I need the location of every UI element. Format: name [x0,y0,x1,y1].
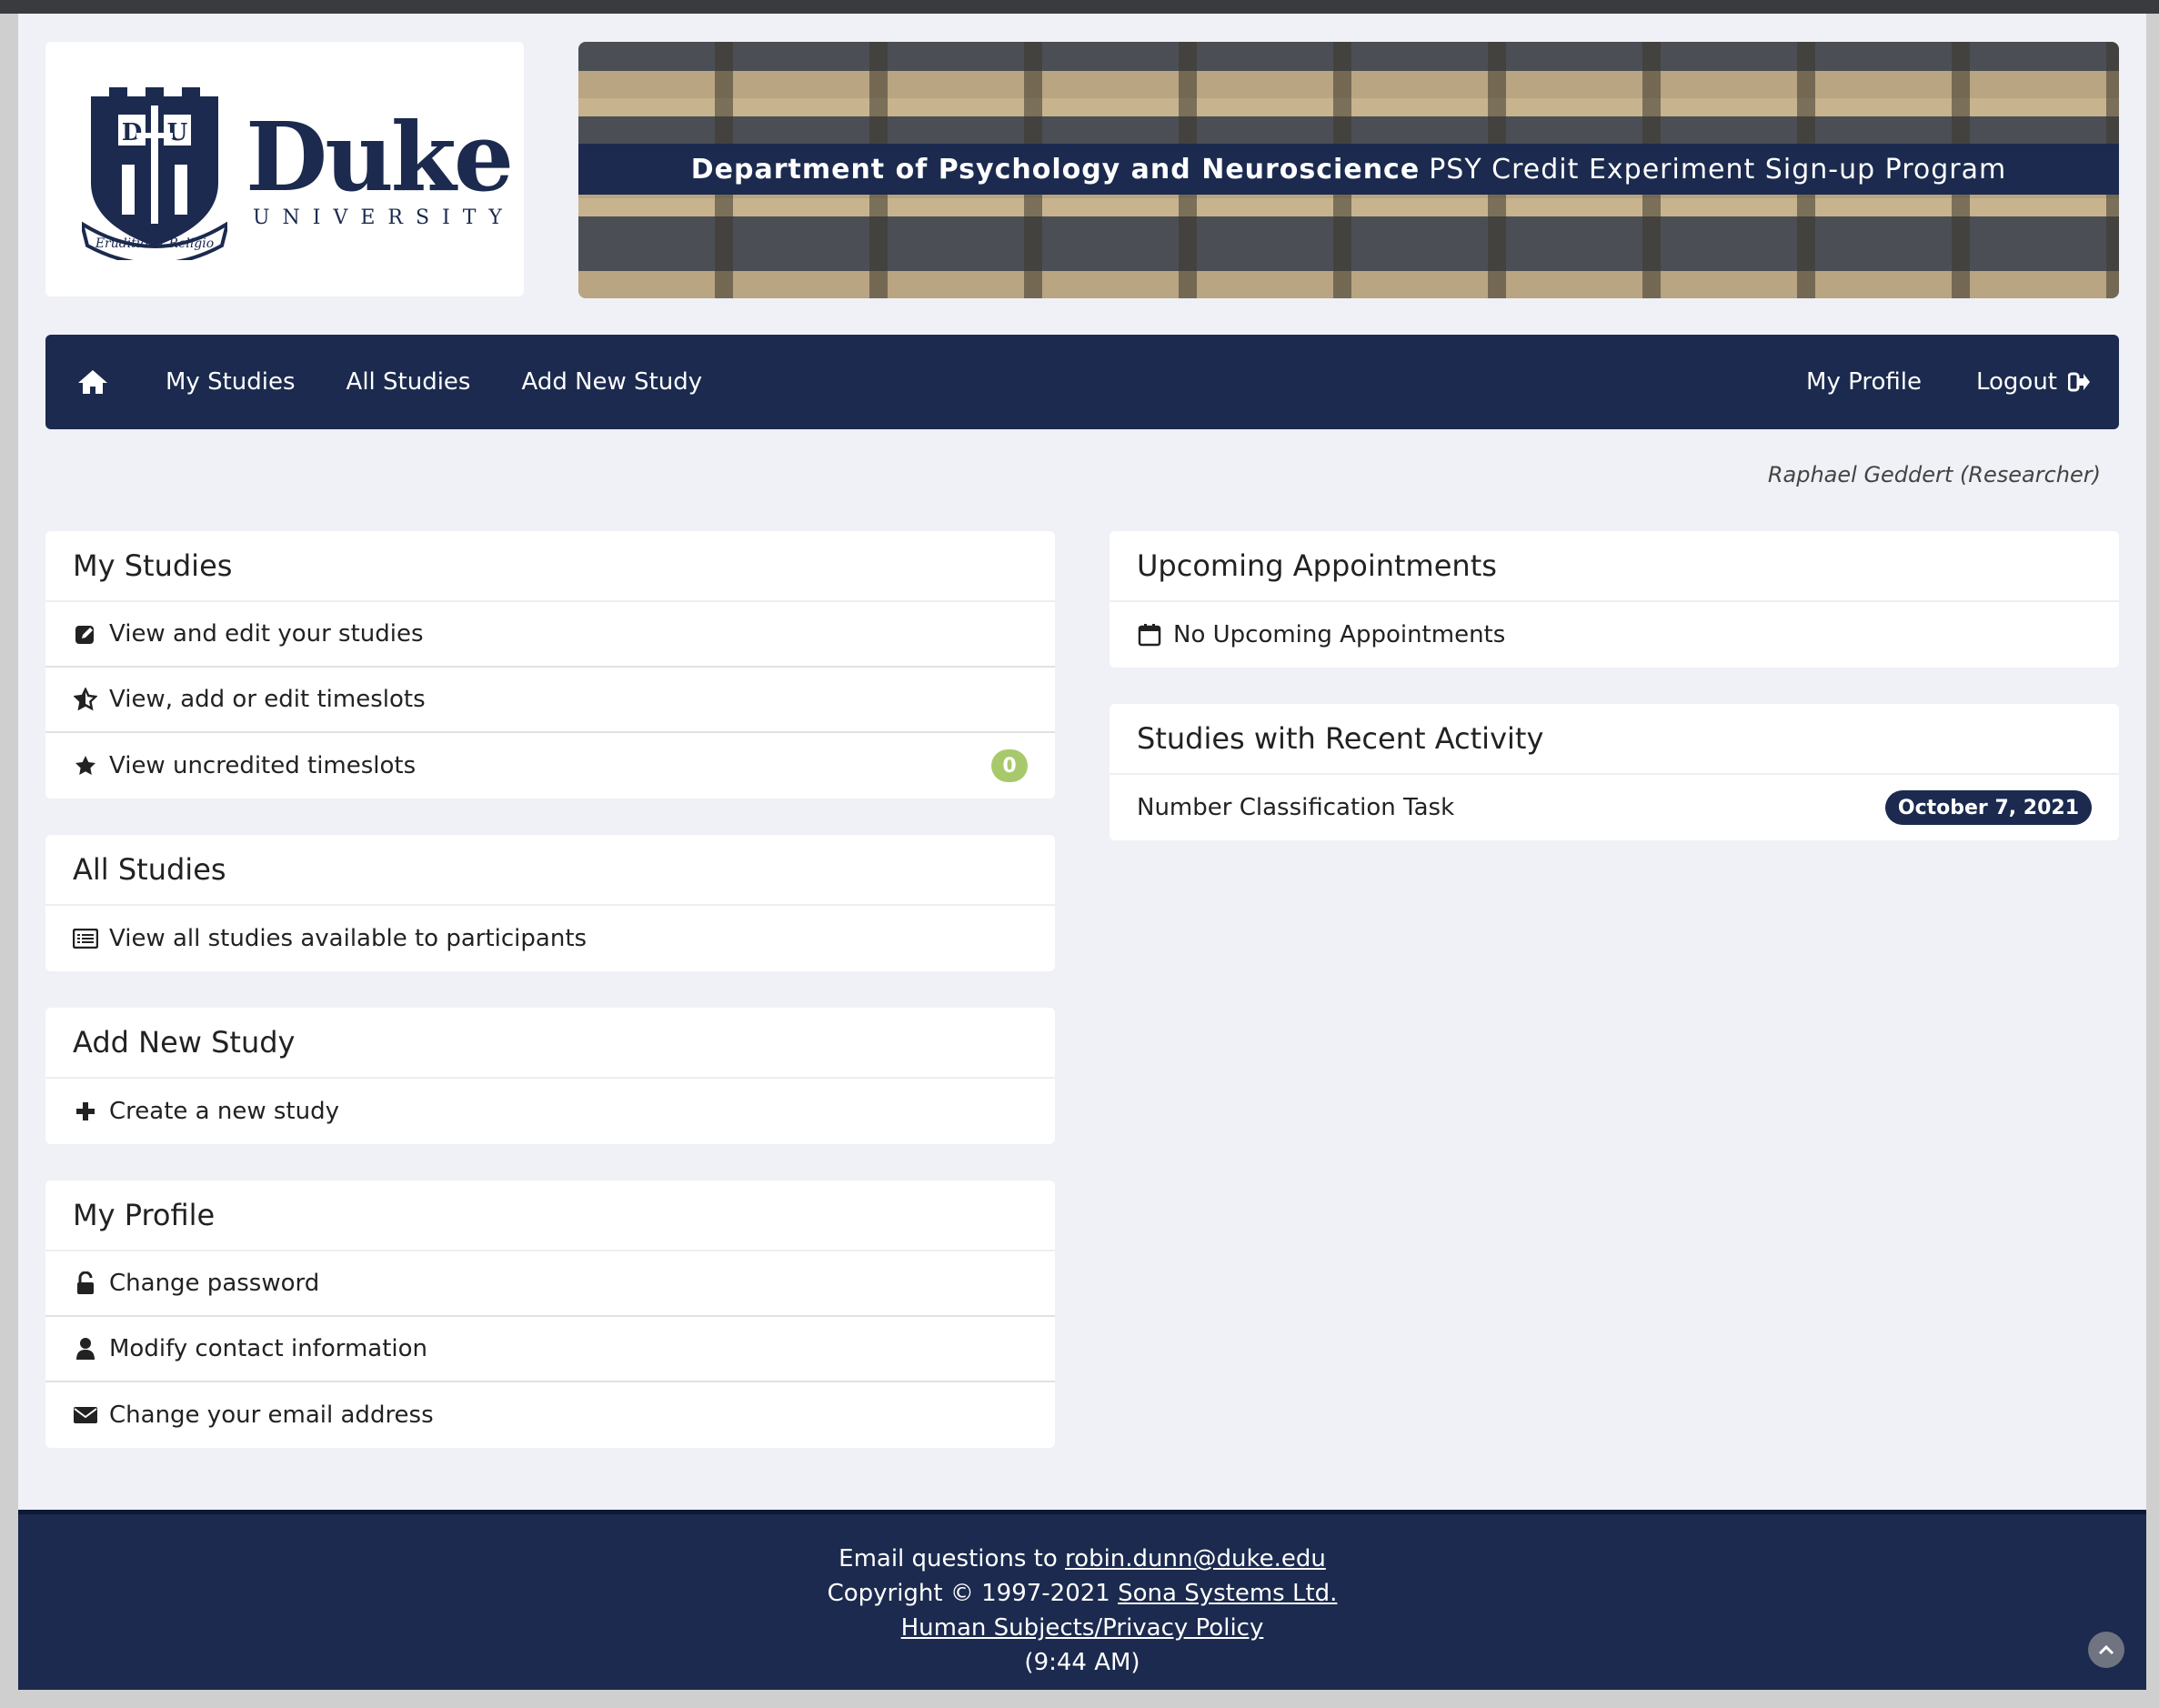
list-item[interactable]: View and edit your studies [45,602,1055,668]
footer-policy-line: Human Subjects/Privacy Policy [18,1611,2146,1645]
my-studies-panel: My Studies View and edit your studies Vi… [45,531,1055,799]
page: D U Eruditio et Religio Duke UNIVERSITY … [18,14,2146,1690]
current-user: Raphael Geddert (Researcher) [1767,462,2101,487]
list-item[interactable]: Change password [45,1251,1055,1317]
edit-icon [73,621,98,647]
main-navbar: My Studies All Studies Add New Study My … [45,335,2119,429]
panel-title: Upcoming Appointments [1110,531,2119,602]
add-new-study-panel: Add New Study Create a new study [45,1008,1055,1144]
uncredited-count-badge: 0 [991,749,1028,782]
row-label: View, add or edit timeslots [109,686,426,713]
star-half-icon [73,687,98,712]
logo-wordmark: Duke UNIVERSITY [246,100,515,229]
date-badge: October 7, 2021 [1884,790,2092,825]
banner-program: PSY Credit Experiment Sign-up Program [1429,153,2007,186]
calendar-icon [1137,622,1162,648]
list-item[interactable]: View uncredited timeslots 0 [45,733,1055,799]
footer: Email questions to robin.dunn@duke.edu C… [18,1510,2146,1690]
home-button[interactable] [71,360,115,404]
panel-title: My Studies [45,531,1055,602]
list-item[interactable]: View all studies available to participan… [45,906,1055,971]
list-item[interactable]: Change your email address [45,1382,1055,1448]
plus-icon [73,1099,98,1124]
footer-copyright-line: Copyright © 1997-2021 Sona Systems Ltd. [18,1576,2146,1611]
unlock-icon [73,1271,98,1296]
header-banner: Department of Psychology and Neuroscienc… [578,42,2119,298]
panel-title: Add New Study [45,1008,1055,1079]
footer-email-line: Email questions to robin.dunn@duke.edu [18,1542,2146,1576]
list-item[interactable]: View, add or edit timeslots [45,668,1055,733]
upcoming-appointments-panel: Upcoming Appointments No Upcoming Appoin… [1110,531,2119,668]
row-label: Modify contact information [109,1335,428,1362]
list-item[interactable]: Modify contact information [45,1317,1055,1382]
logo-name: Duke [246,100,514,213]
row-label: Create a new study [109,1098,339,1125]
footer-email-link[interactable]: robin.dunn@duke.edu [1065,1545,1326,1572]
logout-button[interactable]: Logout [1976,368,2090,396]
row-label: View and edit your studies [109,620,424,648]
duke-shield-icon: D U Eruditio et Religio [82,87,227,260]
list-item: No Upcoming Appointments [1110,602,2119,668]
window-top-bar [0,0,2159,14]
panel-title: Studies with Recent Activity [1110,704,2119,775]
home-icon [78,370,107,394]
user-icon [73,1336,98,1361]
banner-department: Department of Psychology and Neuroscienc… [690,153,1421,186]
recent-activity-panel: Studies with Recent Activity Number Clas… [1110,704,2119,840]
logo-subtitle: UNIVERSITY [253,206,515,229]
panel-title: All Studies [45,835,1055,906]
star-icon [73,753,98,779]
svg-text:Eruditio et Religio: Eruditio et Religio [95,236,214,251]
row-label: View all studies available to participan… [109,925,587,952]
footer-time: (9:44 AM) [1024,1649,1140,1676]
all-studies-panel: All Studies View all studies available t… [45,835,1055,971]
banner-title: Department of Psychology and Neuroscienc… [578,144,2119,195]
list-item[interactable]: Create a new study [45,1079,1055,1144]
row-label: Change password [109,1270,320,1297]
list-item[interactable]: Number Classification Task October 7, 20… [1110,775,2119,840]
nav-my-studies[interactable]: My Studies [166,368,296,396]
envelope-icon [73,1402,98,1428]
duke-logo[interactable]: D U Eruditio et Religio Duke UNIVERSITY [45,42,524,296]
my-profile-panel: My Profile Change password Modify contac… [45,1181,1055,1448]
row-label: View uncredited timeslots [109,752,417,779]
panel-title: My Profile [45,1181,1055,1251]
footer-copyright-prefix: Copyright © 1997-2021 [827,1580,1119,1607]
nav-add-new-study[interactable]: Add New Study [521,368,702,396]
scroll-to-top-button[interactable] [2088,1632,2124,1668]
list-icon [73,926,98,951]
row-label: Change your email address [109,1402,434,1429]
footer-policy-link[interactable]: Human Subjects/Privacy Policy [901,1614,1264,1642]
nav-all-studies[interactable]: All Studies [346,368,471,396]
chevron-up-icon [2098,1644,2114,1655]
logout-label: Logout [1975,368,2057,396]
sign-out-icon [2068,372,2090,392]
footer-company-link[interactable]: Sona Systems Ltd. [1118,1580,1337,1607]
row-label: No Upcoming Appointments [1173,621,1506,648]
study-name: Number Classification Task [1137,794,1455,821]
nav-my-profile[interactable]: My Profile [1806,368,1922,396]
footer-email-prefix: Email questions to [838,1545,1066,1572]
